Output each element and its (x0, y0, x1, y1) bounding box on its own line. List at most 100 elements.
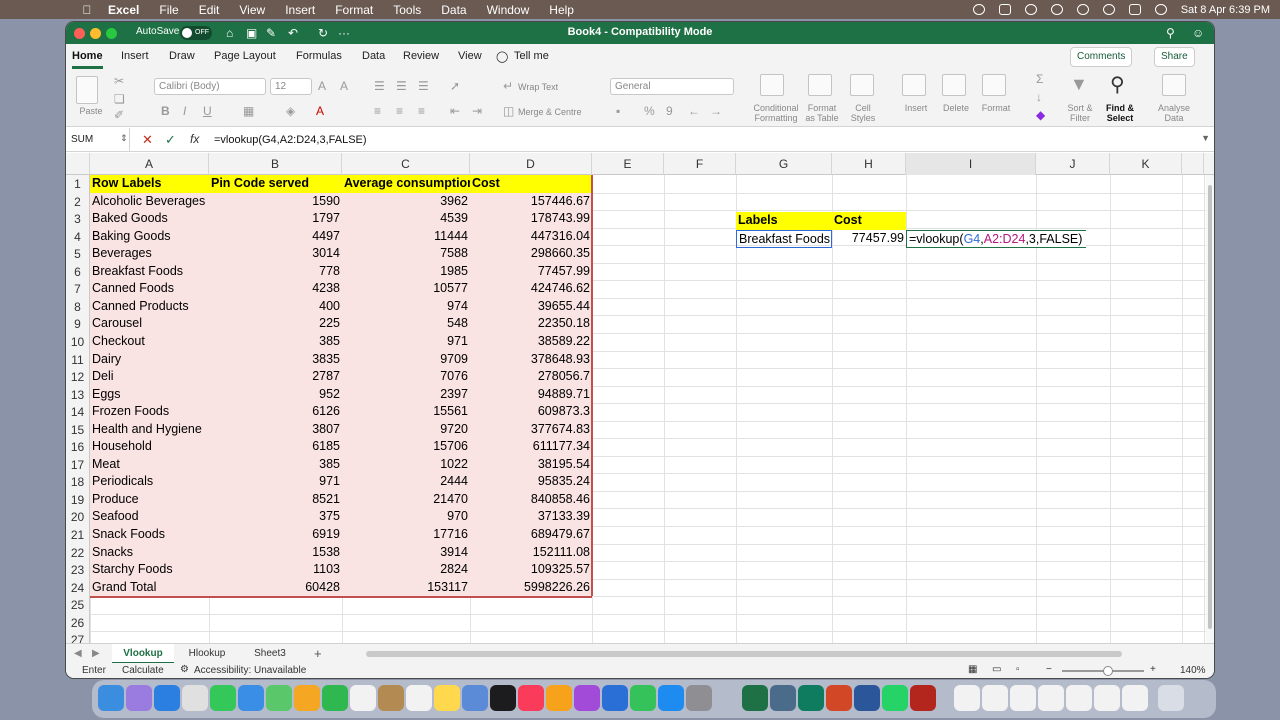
table-cell[interactable]: 1103 (209, 561, 342, 580)
table-cell[interactable]: 37133.39 (470, 508, 592, 527)
worksheet-grid[interactable]: A B C D E F G H I J K 1 2 3 4 5 6 7 8 9 10 11 12 13 1… (66, 153, 1214, 643)
table-cell[interactable]: 2397 (342, 385, 470, 404)
column-header-i[interactable]: I (906, 153, 1036, 175)
insert-cells-button[interactable]: Insert (898, 103, 934, 113)
screenshot-icon[interactable] (1122, 685, 1148, 711)
table-cell[interactable]: 278056.7 (470, 368, 592, 387)
page-break-view-icon[interactable]: ▫ (1016, 664, 1020, 675)
menu-insert[interactable]: Insert (285, 3, 315, 17)
wrap-text-button[interactable]: Wrap Text (518, 82, 558, 92)
row-header[interactable]: 24 (66, 578, 90, 597)
excel-dock-icon[interactable] (742, 685, 768, 711)
column-header-k[interactable]: K (1110, 153, 1182, 175)
analyse-data-button[interactable]: Analyse Data (1154, 103, 1194, 123)
table-cell[interactable]: 778 (209, 262, 342, 281)
enter-formula-icon[interactable]: ✓ (165, 132, 176, 148)
row-header[interactable]: 27 (66, 631, 90, 643)
table-cell[interactable]: 21470 (342, 490, 470, 509)
table-cell[interactable]: 7076 (342, 368, 470, 387)
row-header[interactable]: 21 (66, 526, 90, 544)
table-cell[interactable]: 11444 (342, 227, 470, 246)
table-cell[interactable]: 689479.67 (470, 526, 592, 544)
active-cell-formula-editor[interactable]: =vlookup(G4,A2:D24,3,FALSE) (906, 230, 1086, 248)
messages-icon[interactable] (210, 685, 236, 711)
search-icon[interactable] (1102, 4, 1115, 15)
autosum-icon[interactable]: Σ (1036, 72, 1043, 86)
paste-icon[interactable] (76, 76, 98, 104)
find-select-icon[interactable]: ⚲ (1110, 72, 1125, 97)
table-cell[interactable]: 8521 (209, 490, 342, 509)
calculate-button[interactable]: Calculate (122, 665, 164, 676)
row-header[interactable]: 14 (66, 403, 90, 422)
table-cell[interactable]: 424746.62 (470, 280, 592, 299)
table-cell[interactable]: Starchy Foods (90, 561, 209, 580)
table-cell[interactable]: 377674.83 (470, 420, 592, 439)
table-cell[interactable]: 60428 (209, 578, 342, 597)
lookup-label-header[interactable]: Labels (736, 212, 832, 230)
table-cell[interactable]: 4497 (209, 227, 342, 246)
table-cell[interactable]: Periodicals (90, 473, 209, 492)
freeform-icon[interactable] (462, 685, 488, 711)
table-cell[interactable]: 15561 (342, 403, 470, 422)
table-cell[interactable]: 400 (209, 297, 342, 316)
row-header[interactable]: 15 (66, 420, 90, 439)
control-centre-icon[interactable] (1128, 4, 1141, 15)
insert-function-button[interactable]: fx (190, 132, 199, 146)
table-cell[interactable]: Alcoholic Beverages (90, 192, 209, 211)
contacts-icon[interactable] (378, 685, 404, 711)
row-header[interactable]: 1 (66, 175, 90, 193)
tab-draw[interactable]: Draw (169, 50, 195, 62)
table-cell[interactable]: 225 (209, 315, 342, 334)
column-header-c[interactable]: C (342, 153, 470, 175)
mail-icon[interactable] (238, 685, 264, 711)
table-cell[interactable]: 609873.3 (470, 403, 592, 422)
table-cell[interactable]: 15706 (342, 438, 470, 457)
table-cell[interactable]: 3807 (209, 420, 342, 439)
name-box-stepper-icon[interactable]: ⇕ (120, 133, 128, 144)
tab-tell-me[interactable]: Tell me (514, 50, 549, 62)
font-size-dropdown[interactable]: 12 (270, 78, 312, 95)
menu-file[interactable]: File (159, 3, 178, 17)
table-cell[interactable]: 6126 (209, 403, 342, 422)
align-right-icon[interactable]: ≡ (418, 104, 425, 118)
row-header[interactable]: 23 (66, 561, 90, 580)
column-header-e[interactable]: E (592, 153, 664, 175)
tab-page-layout[interactable]: Page Layout (214, 50, 276, 62)
table-cell[interactable]: 5998226.26 (470, 578, 592, 597)
column-header-f[interactable]: F (664, 153, 736, 175)
table-header-cell[interactable]: Average consumption (342, 175, 470, 193)
apple-icon[interactable]:  (80, 3, 94, 17)
sort-filter-button[interactable]: Sort & Filter (1062, 103, 1098, 123)
row-header[interactable]: 19 (66, 490, 90, 509)
lookup-label-value[interactable]: Breakfast Foods (736, 230, 832, 248)
add-sheet-icon[interactable]: + (314, 646, 322, 661)
powerpoint-icon[interactable] (826, 685, 852, 711)
table-cell[interactable]: Canned Products (90, 297, 209, 316)
insert-cells-icon[interactable] (902, 74, 926, 96)
percent-icon[interactable]: % (644, 104, 655, 118)
currency-icon[interactable]: ▪ (616, 104, 620, 118)
table-cell[interactable]: 152111.08 (470, 543, 592, 562)
table-cell[interactable]: 840858.46 (470, 490, 592, 509)
accessibility-icon[interactable]: ⚙ (180, 664, 189, 675)
tab-review[interactable]: Review (403, 50, 439, 62)
row-header[interactable]: 16 (66, 438, 90, 457)
siri-icon[interactable] (1154, 4, 1167, 15)
table-cell[interactable]: 4539 (342, 210, 470, 229)
table-header-cell[interactable]: Cost (470, 175, 592, 193)
conditional-formatting-icon[interactable] (760, 74, 784, 96)
table-cell[interactable]: 3014 (209, 245, 342, 264)
row-header[interactable]: 20 (66, 508, 90, 527)
dictionary-icon[interactable] (910, 685, 936, 711)
column-header-j[interactable]: J (1036, 153, 1110, 175)
increase-indent-icon[interactable]: ⇥ (472, 104, 482, 118)
row-header[interactable]: 17 (66, 455, 90, 474)
chrome-icon[interactable] (182, 685, 208, 711)
table-cell[interactable]: 9720 (342, 420, 470, 439)
zoom-slider-thumb[interactable] (1103, 666, 1113, 676)
tab-formulas[interactable]: Formulas (296, 50, 342, 62)
cloud-icon[interactable] (998, 4, 1011, 15)
table-cell[interactable]: 38195.54 (470, 455, 592, 474)
screenshot-icon[interactable] (1066, 685, 1092, 711)
table-cell[interactable]: 77457.99 (470, 262, 592, 281)
